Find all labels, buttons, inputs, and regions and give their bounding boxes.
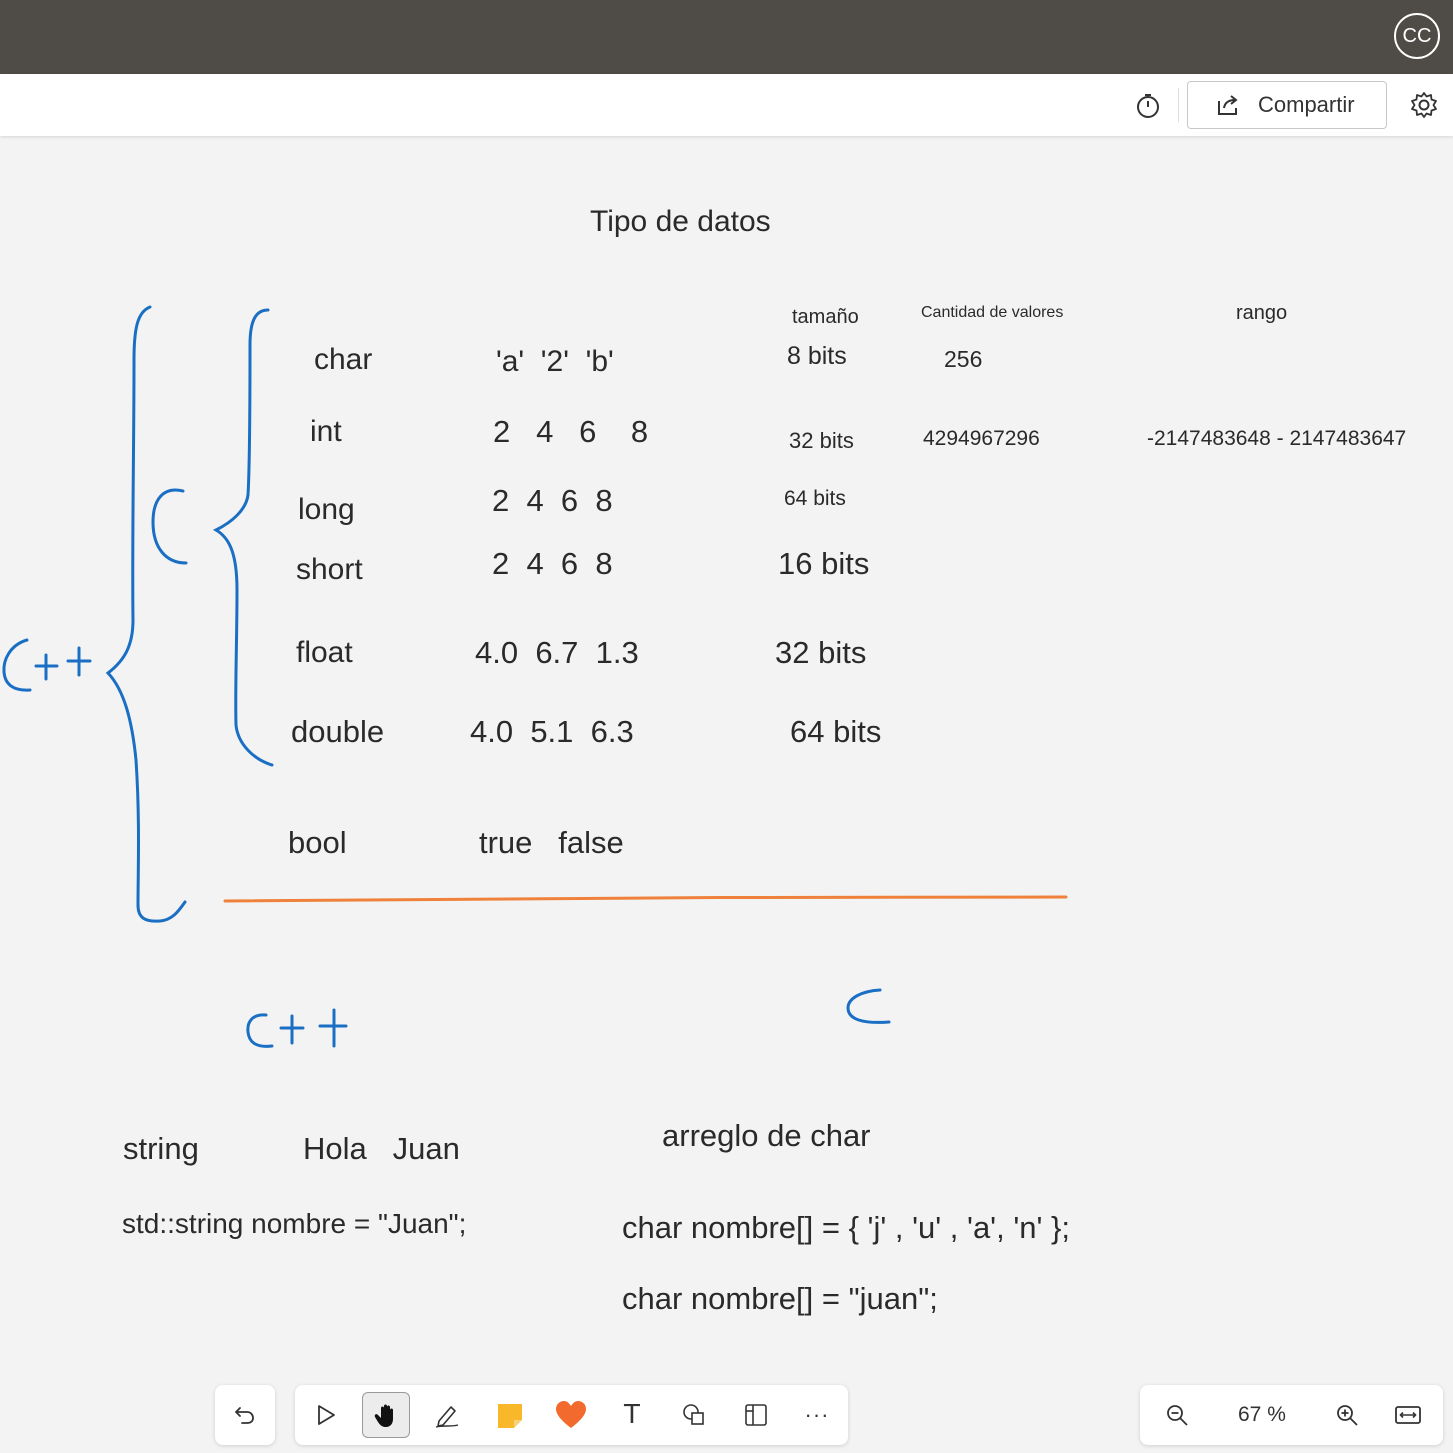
type-examples: true false — [479, 825, 624, 860]
type-count: 256 — [944, 346, 983, 372]
type-size: 64 bits — [790, 714, 882, 749]
string-label: string — [123, 1131, 199, 1166]
zoom-panel — [1140, 1385, 1443, 1445]
zoom-out-icon — [1167, 1405, 1188, 1426]
char-array-label: arreglo de char — [662, 1118, 871, 1153]
type-examples: 4.0 5.1 6.3 — [470, 714, 634, 749]
type-size: 32 bits — [789, 428, 854, 453]
std-string-declaration: std::string nombre = "Juan"; — [122, 1208, 467, 1239]
type-name: double — [291, 714, 385, 749]
column-header-count: Cantidad de valores — [921, 304, 1064, 321]
type-examples: 4.0 6.7 1.3 — [475, 635, 639, 670]
type-size: 64 bits — [784, 487, 846, 510]
shapes-icon — [683, 1404, 704, 1425]
c-bottom-stroke — [846, 988, 891, 1024]
board-title: Tipo de datos — [590, 205, 771, 238]
cpp-bottom-plus-stroke — [279, 1008, 348, 1048]
zoom-out-button[interactable] — [1153, 1392, 1201, 1438]
inner-brace-stroke — [212, 308, 274, 767]
type-examples: 2 4 6 8 — [492, 483, 613, 518]
template-tool[interactable] — [732, 1392, 780, 1438]
string-example: Hola Juan — [303, 1131, 460, 1166]
char-array-declaration-1: char nombre[] = { 'j' , 'u' , 'a', 'n' }… — [622, 1210, 1070, 1245]
type-size: 32 bits — [775, 635, 867, 670]
more-icon: ··· — [804, 1402, 830, 1427]
c-small-stroke — [151, 488, 188, 565]
outer-brace-stroke — [105, 305, 187, 923]
type-size: 16 bits — [778, 546, 870, 581]
type-count: 4294967296 — [923, 427, 1040, 450]
type-name: short — [296, 553, 363, 586]
main-tools-panel: T ··· — [295, 1385, 848, 1445]
type-name: float — [296, 636, 353, 669]
type-examples: 2 4 6 8 — [493, 414, 649, 449]
type-examples: 2 4 6 8 — [492, 546, 613, 581]
undo-panel — [215, 1385, 275, 1445]
template-icon — [745, 1404, 767, 1426]
hand-icon — [374, 1404, 393, 1427]
char-array-declaration-2: char nombre[] = "juan"; — [622, 1281, 938, 1316]
select-tool[interactable] — [302, 1392, 350, 1438]
sticky-note-tool[interactable] — [486, 1392, 534, 1438]
text-icon: T — [624, 1400, 640, 1430]
reaction-heart-icon — [556, 1401, 586, 1428]
cpp-bottom-c-stroke — [246, 1013, 274, 1048]
cpp-left-plus-stroke — [34, 646, 92, 681]
text-tool[interactable]: T — [608, 1392, 656, 1438]
fit-to-screen-icon — [1395, 1406, 1421, 1424]
fit-to-screen-button[interactable] — [1384, 1392, 1432, 1438]
type-size: 8 bits — [787, 342, 847, 370]
pen-icon — [435, 1406, 459, 1428]
zoom-in-icon — [1337, 1405, 1358, 1426]
type-name: bool — [288, 825, 347, 860]
type-examples: 'a' '2' 'b' — [496, 345, 614, 378]
pen-tool[interactable] — [423, 1392, 471, 1438]
zoom-in-button[interactable] — [1323, 1392, 1371, 1438]
type-range: -2147483648 - 2147483647 — [1147, 427, 1407, 450]
column-header-range: rango — [1236, 302, 1288, 324]
shapes-tool[interactable] — [670, 1392, 718, 1438]
select-icon — [318, 1405, 335, 1425]
zoom-level[interactable]: 67 % — [1238, 1403, 1286, 1427]
orange-divider-stroke — [223, 895, 1068, 903]
cpp-left-c-stroke — [2, 638, 32, 692]
type-name: int — [310, 415, 342, 448]
undo-button[interactable] — [221, 1392, 269, 1438]
sticky-note-icon — [498, 1404, 522, 1428]
type-name: long — [298, 493, 355, 526]
reaction-tool[interactable] — [547, 1392, 595, 1438]
type-name: char — [314, 343, 373, 376]
undo-icon — [235, 1407, 254, 1424]
column-header-size: tamaño — [792, 306, 859, 328]
more-tools-button[interactable]: ··· — [793, 1392, 841, 1438]
hand-tool[interactable] — [362, 1392, 410, 1438]
